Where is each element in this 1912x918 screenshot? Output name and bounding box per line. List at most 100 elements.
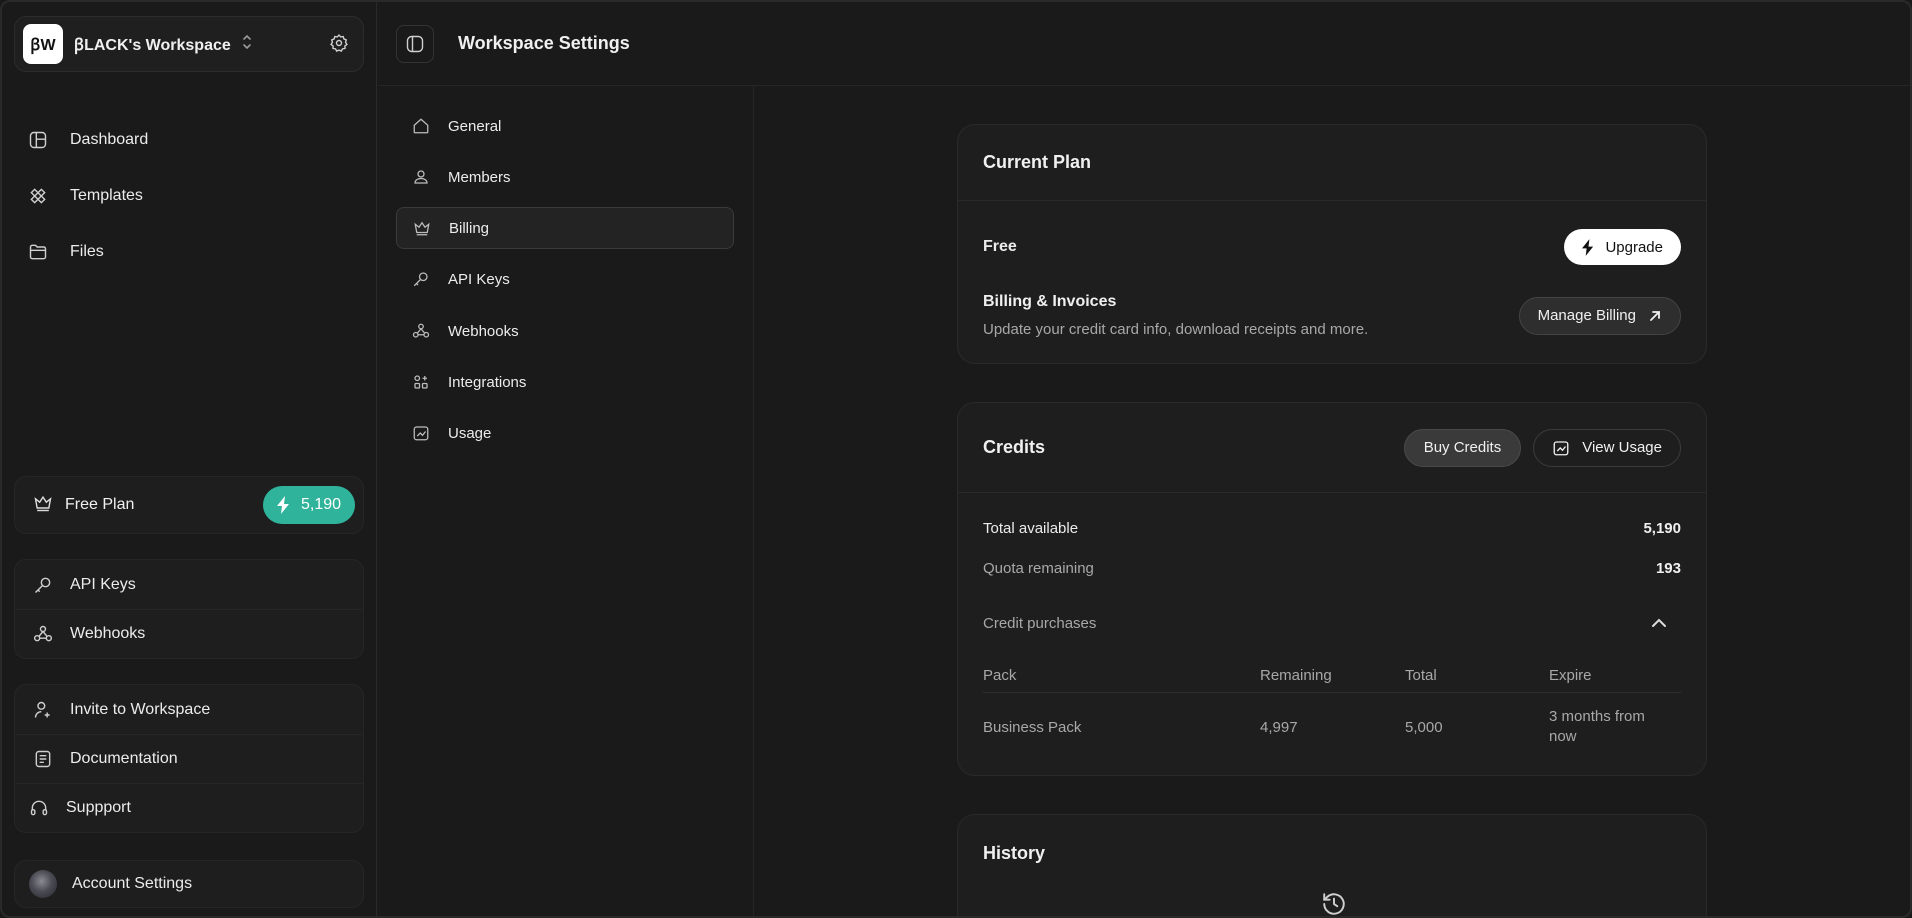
workspace-name: ꞵLACK's Workspace	[74, 37, 231, 54]
members-icon	[412, 168, 432, 186]
tab-webhooks[interactable]: Webhooks	[396, 310, 734, 352]
sidebar-item-label: Documentation	[70, 750, 178, 767]
sidebar-item-label: Webhooks	[70, 625, 146, 642]
crown-icon	[33, 493, 53, 518]
sidebar-item-invite[interactable]: Invite to Workspace	[15, 685, 363, 734]
tab-label: Integrations	[448, 373, 527, 391]
chevron-up-icon[interactable]	[1651, 618, 1667, 628]
tab-general[interactable]: General	[396, 105, 734, 147]
column-header: Remaining	[1260, 667, 1332, 684]
manage-billing-label: Manage Billing	[1537, 307, 1636, 324]
sidebar-item-label: Invite to Workspace	[70, 700, 211, 718]
credit-purchases-table: Pack Remaining Total Expire Business Pac…	[983, 659, 1681, 761]
plan-name: Free	[983, 238, 1017, 255]
plan-label: Free Plan	[65, 496, 135, 513]
dashboard-icon	[26, 128, 50, 152]
help-links-card: Invite to Workspace Documentation Supppo…	[14, 684, 364, 833]
key-icon	[412, 270, 432, 288]
workspace-switcher[interactable]: ꞵW ꞵLACK's Workspace	[14, 16, 364, 72]
external-arrow-icon	[1650, 310, 1660, 321]
column-header: Pack	[983, 667, 1017, 684]
lightning-icon	[276, 496, 289, 514]
usage-icon	[412, 424, 432, 442]
total-available-label: Total available	[983, 519, 1079, 537]
sidebar-item-label: API Keys	[70, 575, 136, 593]
avatar	[29, 870, 57, 898]
column-header: Total	[1405, 667, 1437, 684]
tab-label: Usage	[448, 424, 492, 442]
table-row: Business Pack 4,997 5,000 3 months from …	[983, 693, 1681, 761]
page-title: Workspace Settings	[458, 33, 630, 53]
nav-item-label: Files	[70, 243, 104, 260]
nav-item-label: Dashboard	[70, 131, 149, 148]
sidebar-item-api-keys[interactable]: API Keys	[15, 560, 363, 609]
tab-integrations[interactable]: Integrations	[396, 361, 734, 403]
upgrade-button[interactable]: Upgrade	[1564, 229, 1681, 265]
current-plan-card: Current Plan Free Upgrade Billing & Invo…	[957, 124, 1707, 364]
tab-billing[interactable]: Billing	[396, 207, 734, 249]
chevron-up-down-icon	[241, 33, 253, 56]
quota-remaining-value: 193	[1655, 559, 1681, 577]
main-nav: Dashboard Templates Files	[26, 112, 356, 280]
app-window: ꞵW ꞵLACK's Workspace Dashboard Templates	[0, 0, 1912, 918]
account-settings[interactable]: Account Settings	[14, 860, 364, 908]
upgrade-label: Upgrade	[1605, 238, 1663, 256]
credit-purchases-label: Credit purchases	[983, 614, 1097, 632]
headset-icon	[29, 798, 51, 818]
expire-cell: 3 months from now	[1549, 708, 1645, 745]
quick-links-card: API Keys Webhooks	[14, 559, 364, 659]
sidebar-item-documentation[interactable]: Documentation	[15, 734, 363, 783]
folder-icon	[26, 240, 50, 264]
view-usage-label: View Usage	[1582, 439, 1662, 456]
credits-badge[interactable]: 5,190	[263, 486, 355, 524]
quota-remaining-label: Quota remaining	[983, 559, 1094, 577]
history-icon	[1321, 891, 1347, 916]
gear-icon[interactable]	[329, 33, 349, 58]
table-header: Pack Remaining Total Expire	[983, 659, 1681, 693]
tab-label: API Keys	[448, 270, 510, 288]
history-card: History	[957, 814, 1707, 916]
nav-item-label: Templates	[70, 187, 143, 204]
tab-members[interactable]: Members	[396, 156, 734, 198]
nav-item-dashboard[interactable]: Dashboard	[26, 112, 356, 168]
total-available-row: Total available 5,190	[983, 516, 1681, 540]
nav-item-templates[interactable]: Templates	[26, 168, 356, 224]
plan-card[interactable]: Free Plan 5,190	[14, 476, 364, 534]
sidebar-item-support[interactable]: Suppport	[15, 783, 363, 832]
crown-icon	[413, 219, 433, 237]
key-icon	[33, 575, 55, 595]
credit-purchases-toggle[interactable]: Credit purchases	[983, 611, 1681, 635]
pack-cell: Business Pack	[983, 718, 1082, 736]
integrations-icon	[412, 373, 432, 391]
sidebar: ꞵW ꞵLACK's Workspace Dashboard Templates	[2, 2, 377, 916]
tab-usage[interactable]: Usage	[396, 412, 734, 454]
tab-label: Members	[448, 168, 511, 186]
webhook-icon	[412, 322, 432, 340]
column-header: Expire	[1549, 667, 1592, 684]
credits-card: Credits Buy Credits View Usage Total ava…	[957, 402, 1707, 776]
user-plus-icon	[33, 700, 55, 720]
manage-billing-button[interactable]: Manage Billing	[1518, 296, 1681, 335]
credits-count: 5,190	[300, 496, 342, 513]
tab-api-keys[interactable]: API Keys	[396, 258, 734, 300]
home-icon	[412, 117, 432, 135]
buy-credits-button[interactable]: Buy Credits	[1403, 428, 1522, 467]
document-icon	[33, 749, 55, 769]
settings-nav: General Members Billing API Keys Webhook…	[378, 86, 754, 916]
templates-icon	[26, 184, 50, 208]
view-usage-button[interactable]: View Usage	[1533, 428, 1681, 467]
billing-description: Update your credit card info, download r…	[983, 321, 1369, 338]
tab-label: Billing	[449, 219, 490, 237]
sidebar-panel-icon	[406, 35, 424, 52]
toggle-sidebar-button[interactable]	[396, 24, 434, 63]
tab-label: General	[448, 117, 502, 135]
tab-label: Webhooks	[448, 322, 519, 340]
total-available-value: 5,190	[1643, 519, 1681, 537]
workspace-logo: ꞵW	[23, 24, 63, 64]
quota-remaining-row: Quota remaining 193	[983, 556, 1681, 580]
total-cell: 5,000	[1405, 718, 1443, 736]
billing-title: Billing & Invoices	[983, 293, 1117, 310]
top-header: Workspace Settings	[378, 2, 1910, 86]
sidebar-item-webhooks[interactable]: Webhooks	[15, 609, 363, 658]
nav-item-files[interactable]: Files	[26, 224, 356, 280]
